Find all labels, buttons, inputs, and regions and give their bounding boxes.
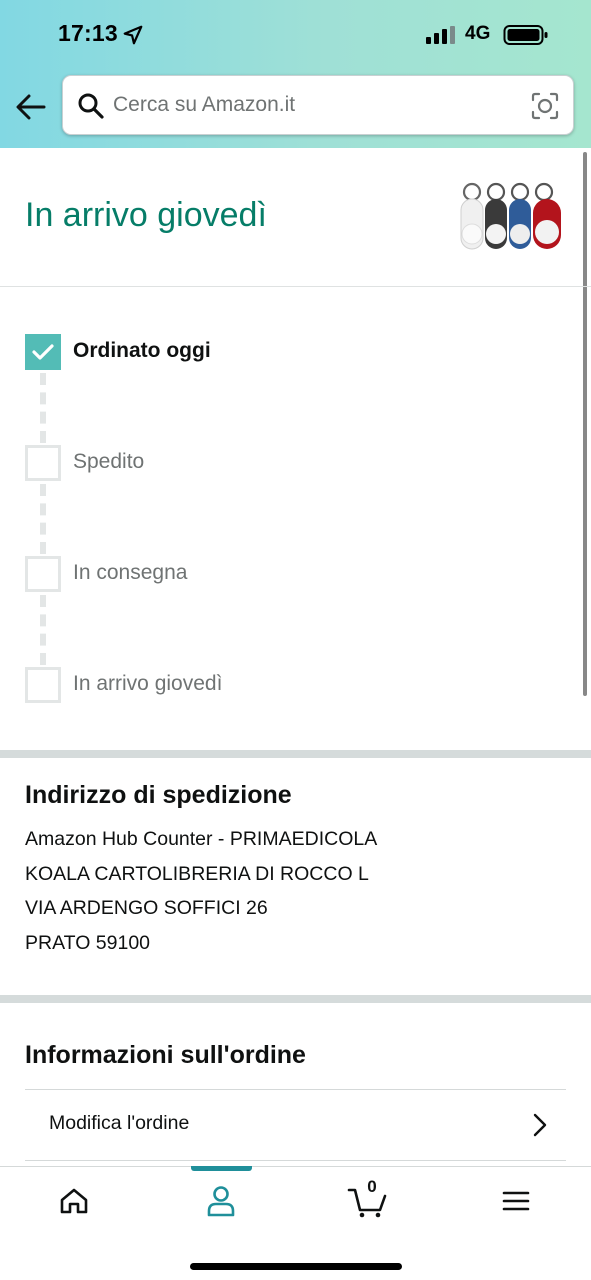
menu-icon	[502, 1191, 530, 1211]
chevron-right-icon	[533, 1113, 547, 1137]
nav-account[interactable]	[191, 1181, 251, 1221]
tracking-step: In arrivo giovedì	[25, 667, 525, 703]
checkmark-icon	[32, 344, 54, 360]
order-info-title: Informazioni sull'ordine	[25, 1041, 306, 1069]
step-checkbox	[25, 667, 61, 703]
shipping-address-title: Indirizzo di spedizione	[25, 781, 292, 809]
bottom-navigation: 0	[0, 1166, 591, 1280]
delivery-header: In arrivo giovedì	[0, 148, 591, 287]
step-label: Spedito	[73, 450, 145, 473]
step-label: Ordinato oggi	[73, 339, 211, 362]
home-icon	[60, 1188, 88, 1214]
step-checkbox-checked	[25, 334, 61, 370]
step-connector	[40, 595, 46, 665]
location-arrow-icon	[123, 25, 143, 45]
step-checkbox	[25, 556, 61, 592]
tracking-progress: Ordinato oggi Spedito In consegna In arr…	[0, 288, 591, 750]
modify-order-label: Modifica l'ordine	[49, 1112, 190, 1134]
address-line: VIA ARDENGO SOFFICI 26	[25, 897, 268, 919]
search-input[interactable]	[113, 76, 513, 134]
step-connector	[40, 484, 46, 554]
home-indicator	[190, 1263, 402, 1270]
nav-menu[interactable]	[486, 1181, 546, 1221]
cart-count-badge: 0	[367, 1177, 377, 1196]
product-thumbnail[interactable]	[458, 182, 568, 254]
step-label: In arrivo giovedì	[73, 672, 223, 695]
nav-cart[interactable]: 0	[338, 1177, 398, 1221]
address-line: Amazon Hub Counter - PRIMAEDICOLA	[25, 828, 378, 850]
modify-order-row[interactable]: Modifica l'ordine	[25, 1089, 566, 1161]
address-line: PRATO 59100	[25, 931, 151, 954]
address-line: KOALA CARTOLIBRERIA DI ROCCO L	[25, 862, 369, 885]
step-checkbox	[25, 445, 61, 481]
step-connector	[40, 373, 46, 443]
camera-scan-icon[interactable]	[531, 92, 559, 120]
address-block: Amazon Hub Counter - PRIMAEDICOLA KOALA …	[25, 822, 565, 960]
arrow-left-icon	[16, 94, 46, 120]
status-time: 17:13	[58, 20, 118, 46]
active-tab-indicator	[191, 1166, 252, 1171]
network-type: 4G	[465, 23, 491, 44]
section-divider	[0, 995, 591, 1003]
back-button[interactable]	[14, 90, 48, 124]
delivery-headline: In arrivo giovedì	[25, 196, 267, 234]
tracking-step: In consegna	[25, 556, 525, 592]
app-header: 17:13 4G	[0, 0, 591, 148]
shipping-address-section: Indirizzo di spedizione Amazon Hub Count…	[25, 781, 565, 960]
section-divider	[0, 750, 591, 758]
tracking-step: Ordinato oggi	[25, 334, 525, 370]
battery-icon	[503, 25, 548, 45]
user-icon	[207, 1186, 235, 1217]
search-icon	[78, 93, 104, 119]
nav-home[interactable]	[44, 1181, 104, 1221]
signal-icon	[426, 26, 455, 44]
search-bar[interactable]	[62, 75, 574, 135]
step-label: In consegna	[73, 561, 188, 584]
tracking-step: Spedito	[25, 445, 525, 481]
